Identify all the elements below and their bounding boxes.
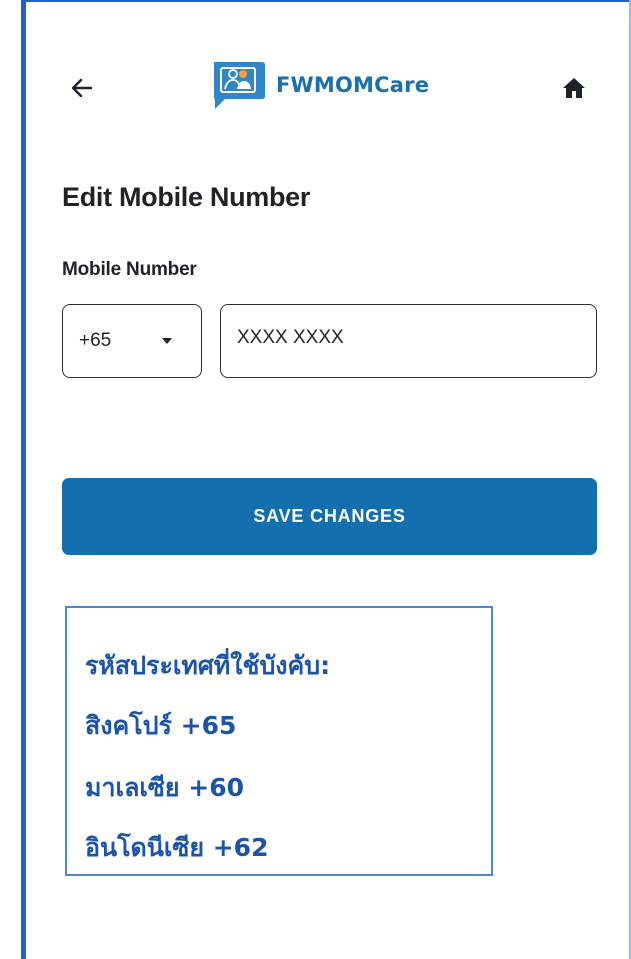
save-changes-button[interactable]: SAVE CHANGES	[62, 478, 597, 555]
mobile-number-input[interactable]	[220, 304, 597, 378]
country-code-value: +65	[79, 330, 112, 351]
brand-name: FWMOMCare	[276, 73, 430, 97]
info-heading: รหัสประเทศที่ใช้บังคับ:	[85, 651, 331, 680]
frame-top-border	[21, 0, 631, 2]
back-button[interactable]	[62, 70, 102, 106]
arrow-left-icon	[71, 78, 93, 98]
info-item-singapore: สิงคโปร์ +65	[85, 711, 237, 740]
fwmomcare-logo-icon	[214, 62, 265, 109]
info-item-malaysia: มาเลเซีย +60	[85, 773, 244, 802]
app-brand: FWMOMCare	[210, 58, 429, 112]
country-code-select[interactable]: +65	[62, 304, 202, 378]
chevron-down-icon	[162, 338, 172, 344]
mobile-number-label: Mobile Number	[62, 259, 197, 280]
info-item-indonesia: อินโดนีเซีย +62	[85, 833, 269, 862]
home-icon	[563, 78, 585, 98]
home-button[interactable]	[554, 70, 594, 106]
app-screen: FWMOMCare Edit Mobile Number Mobile Numb…	[0, 0, 631, 959]
frame-left-border	[21, 0, 26, 959]
page-title: Edit Mobile Number	[62, 182, 311, 212]
country-code-info-box: รหัสประเทศที่ใช้บังคับ: สิงคโปร์ +65 มาเ…	[65, 606, 493, 876]
